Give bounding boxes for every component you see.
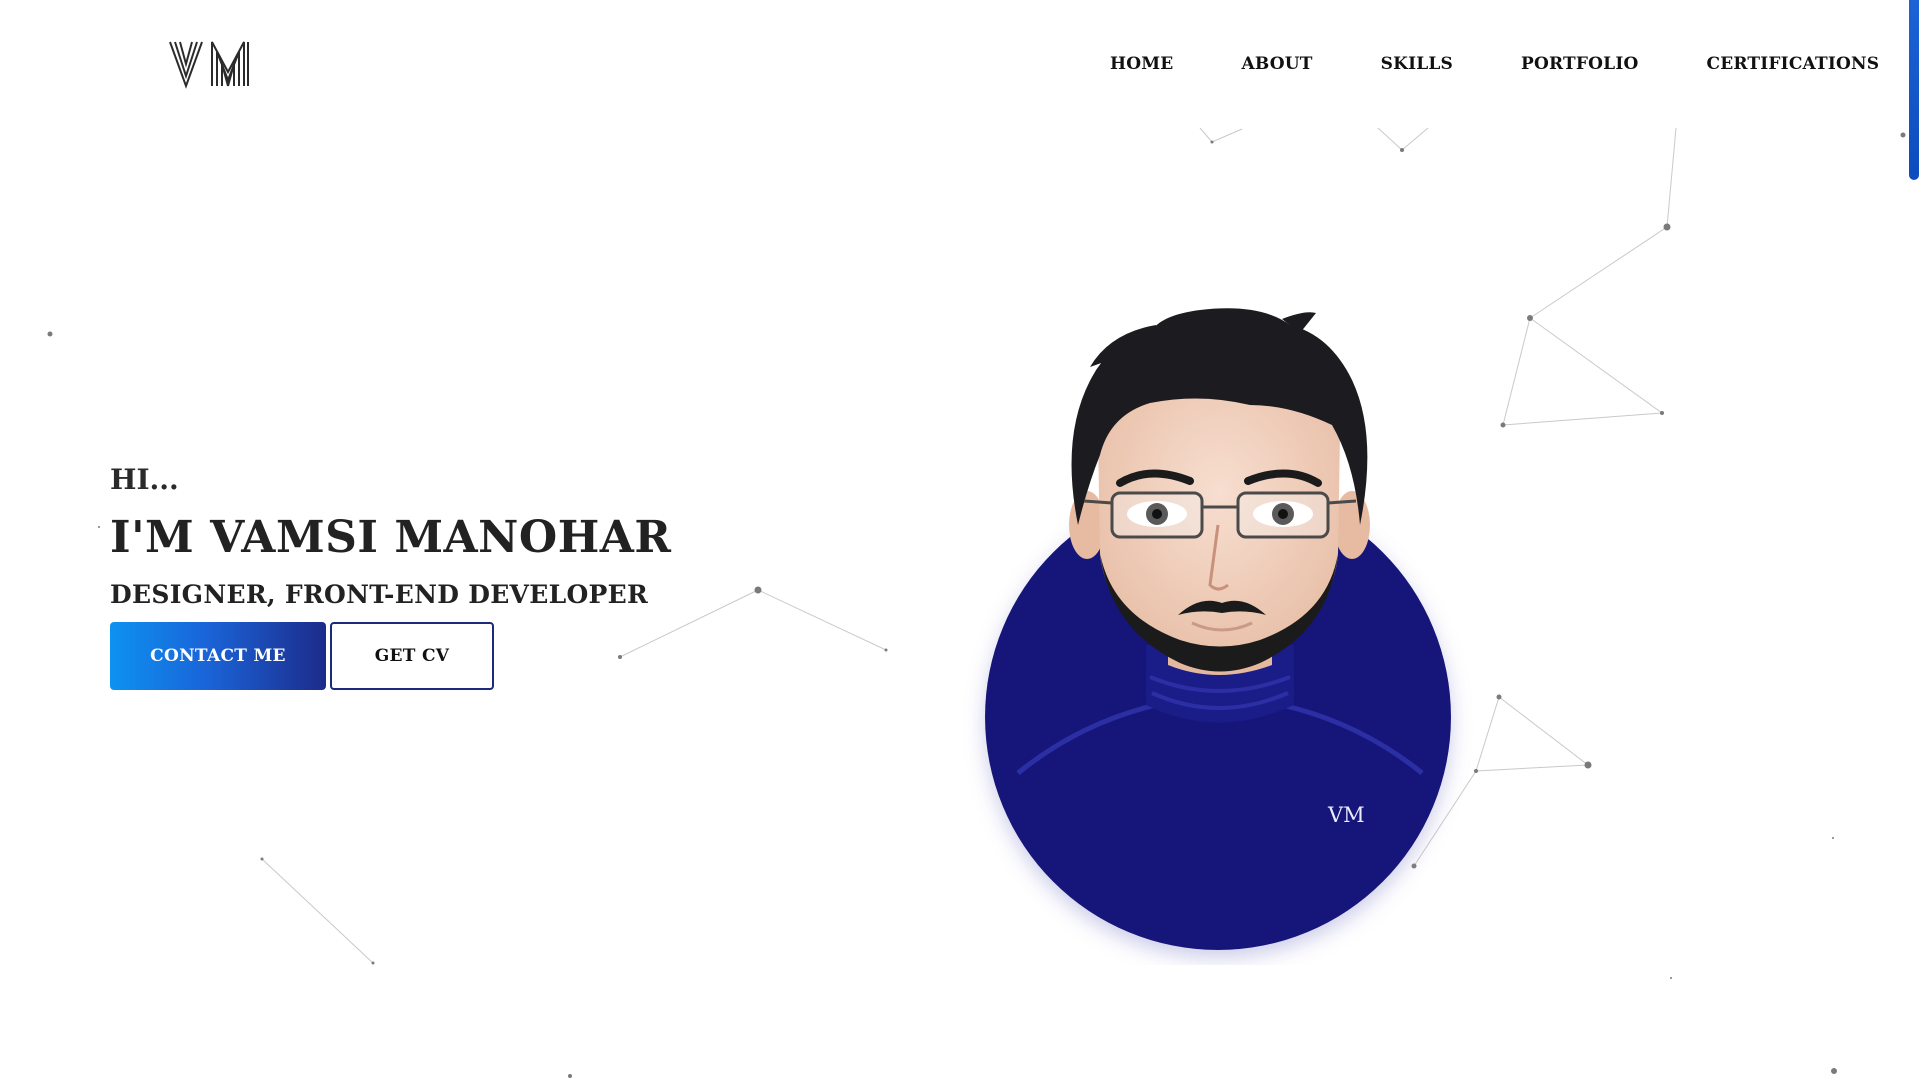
nav-skills[interactable]: SKILLS [1381, 50, 1453, 78]
hero-section: HI... I'M VAMSI MANOHAR DESIGNER, FRONT-… [110, 460, 672, 690]
scrollbar[interactable] [1908, 0, 1920, 1080]
hero-name: I'M VAMSI MANOHAR [110, 512, 672, 563]
avatar-image [985, 308, 1451, 950]
hero-buttons: CONTACT ME GET CV [110, 622, 672, 690]
scrollbar-thumb[interactable] [1909, 0, 1919, 180]
nav-portfolio[interactable]: PORTFOLIO [1521, 50, 1638, 78]
hero-greeting: HI... [110, 463, 179, 496]
avatar-illustration: VM [960, 285, 1480, 965]
nav-home[interactable]: HOME [1110, 50, 1173, 78]
get-cv-button[interactable]: GET CV [330, 622, 494, 690]
main-nav: HOME ABOUT SKILLS PORTFOLIO CERTIFICATIO… [1110, 50, 1879, 78]
avatar-vm-mark: VM [1328, 803, 1365, 827]
hero-role: DESIGNER, FRONT-END DEVELOPER [110, 580, 649, 609]
nav-about[interactable]: ABOUT [1241, 50, 1312, 78]
vm-logo[interactable] [168, 38, 274, 90]
contact-me-button[interactable]: CONTACT ME [110, 622, 326, 690]
nav-certifications[interactable]: CERTIFICATIONS [1706, 50, 1879, 78]
page: HOME ABOUT SKILLS PORTFOLIO CERTIFICATIO… [0, 0, 1920, 1080]
